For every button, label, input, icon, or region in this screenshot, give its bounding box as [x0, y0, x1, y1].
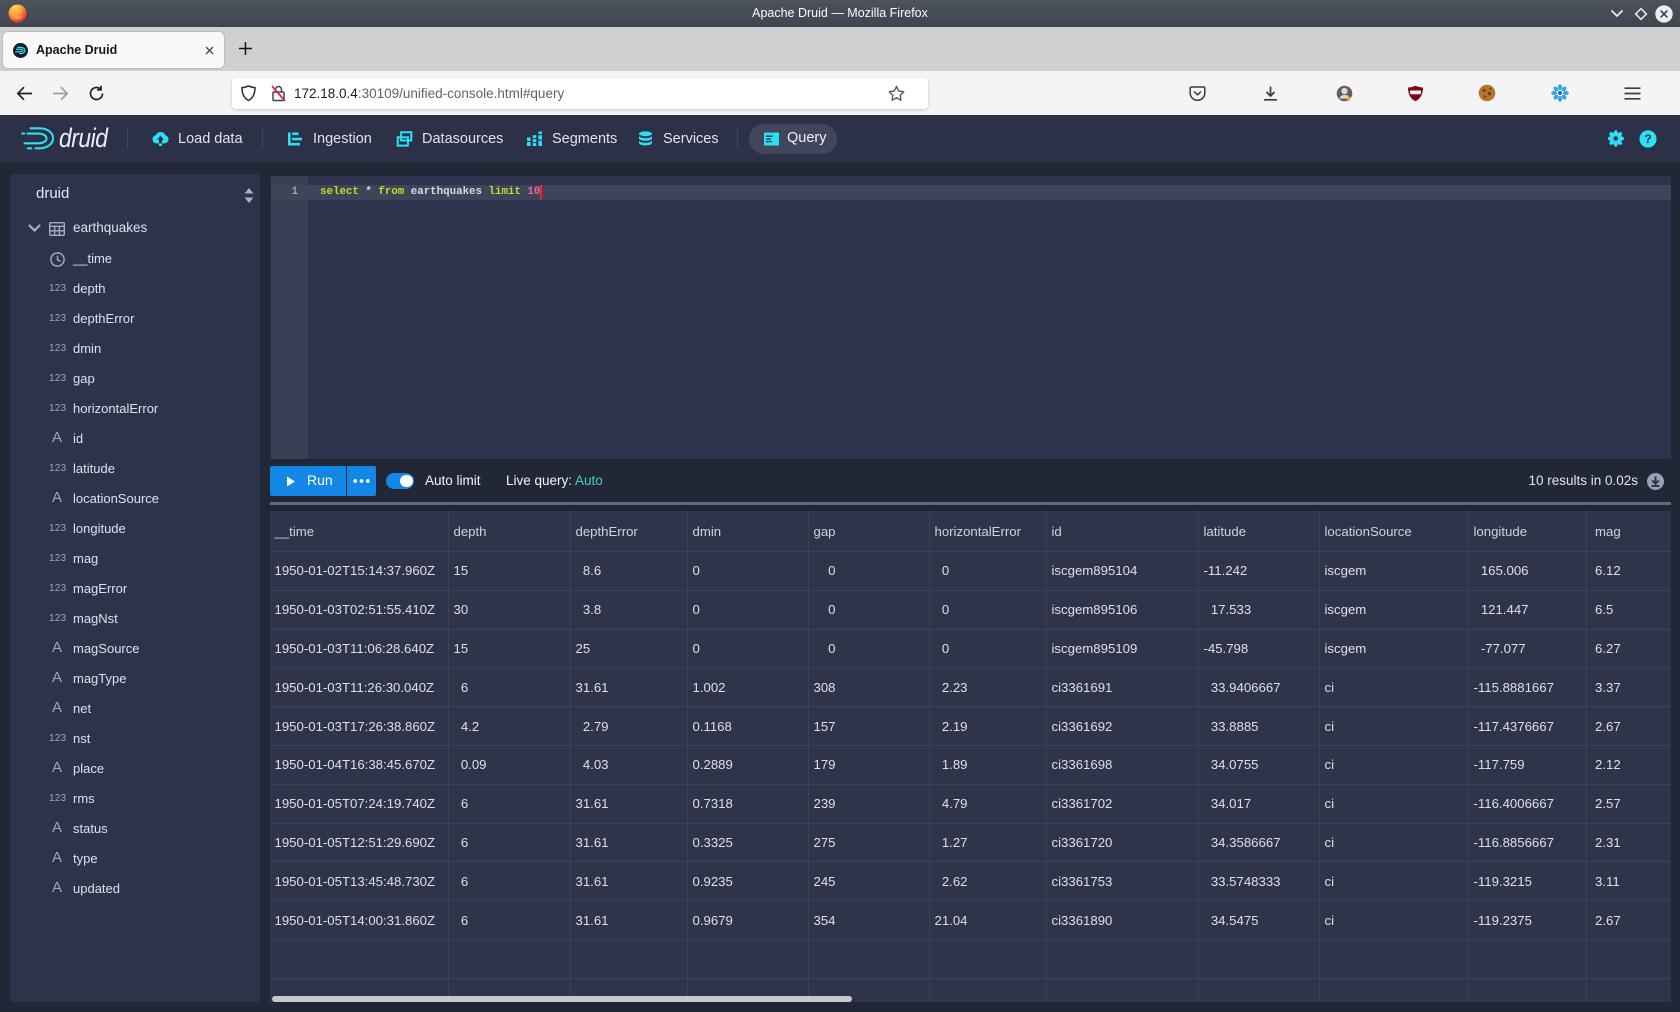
svg-text:?: ? — [1644, 132, 1651, 146]
